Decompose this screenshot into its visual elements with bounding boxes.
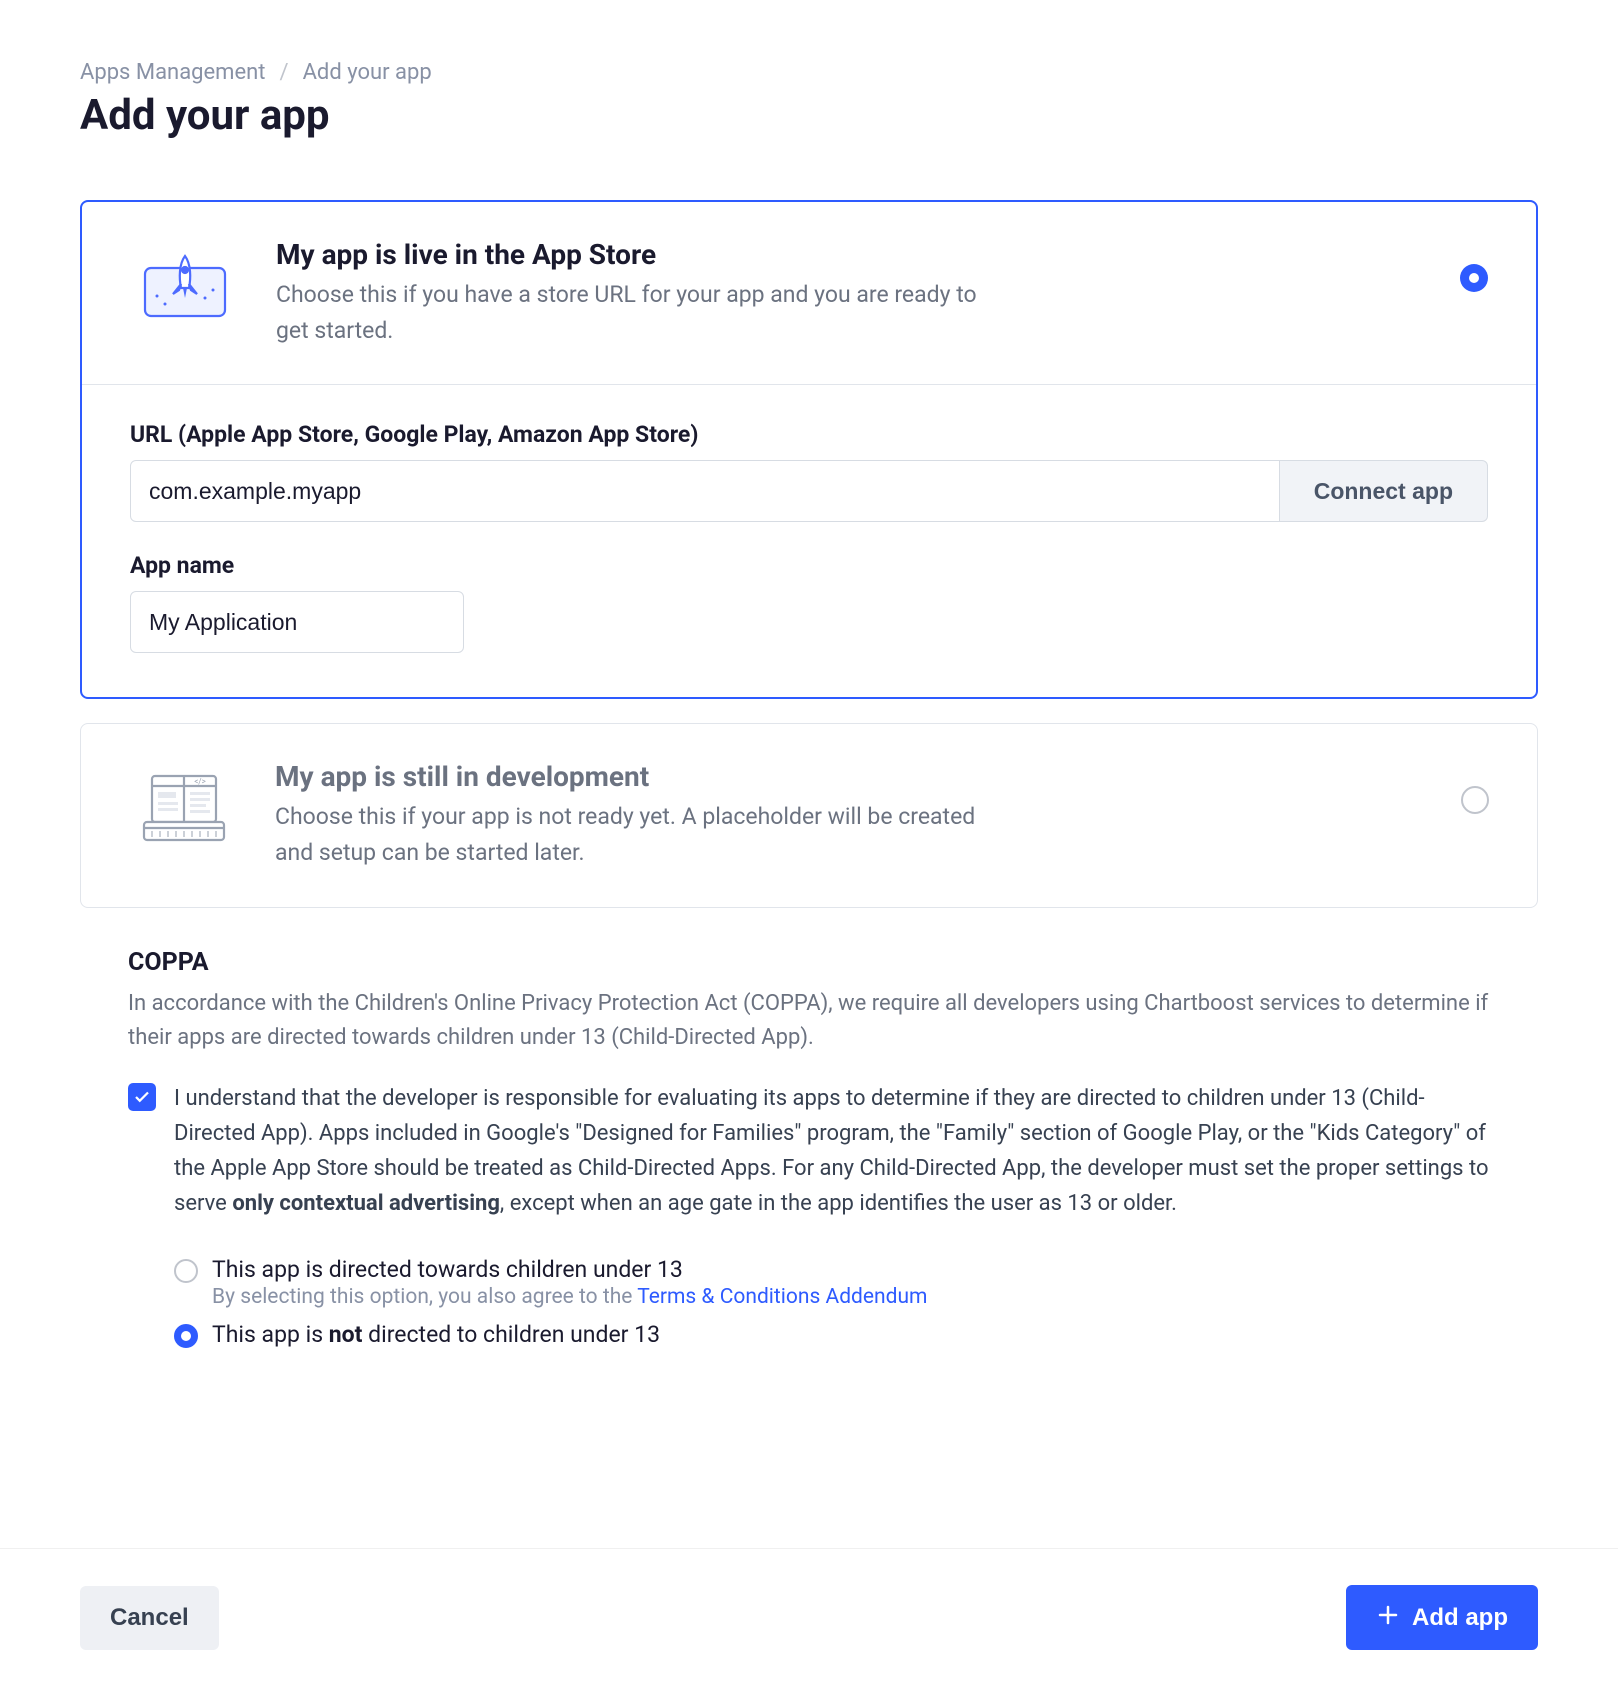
coppa-radio-not-label: This app is not directed to children und… bbox=[212, 1321, 660, 1348]
breadcrumb-separator: / bbox=[280, 60, 289, 85]
connect-app-button[interactable]: Connect app bbox=[1280, 460, 1488, 522]
option-live-desc: Choose this if you have a store URL for … bbox=[276, 277, 996, 348]
url-input[interactable] bbox=[130, 460, 1280, 522]
breadcrumb-current: Add your app bbox=[303, 60, 432, 85]
cancel-button[interactable]: Cancel bbox=[80, 1586, 219, 1650]
page-title: Add your app bbox=[80, 91, 1538, 140]
coppa-ack-text: I understand that the developer is respo… bbox=[174, 1081, 1490, 1222]
option-app-dev[interactable]: </> My app is still in development Choos… bbox=[80, 723, 1538, 907]
coppa-title: COPPA bbox=[128, 948, 1490, 977]
coppa-ack-checkbox[interactable] bbox=[128, 1083, 156, 1111]
svg-text:</>: </> bbox=[194, 777, 206, 786]
check-icon bbox=[133, 1088, 151, 1106]
rocket-icon bbox=[130, 238, 240, 326]
option-live-title: My app is live in the App Store bbox=[276, 238, 1424, 271]
add-app-label: Add app bbox=[1412, 1604, 1508, 1632]
option-dev-desc: Choose this if your app is not ready yet… bbox=[275, 799, 995, 870]
breadcrumb-parent[interactable]: Apps Management bbox=[80, 60, 266, 85]
laptop-icon: </> bbox=[129, 760, 239, 848]
coppa-radio-not[interactable] bbox=[174, 1324, 198, 1348]
terms-addendum-link[interactable]: Terms & Conditions Addendum bbox=[637, 1285, 927, 1309]
option-dev-title: My app is still in development bbox=[275, 760, 1425, 793]
breadcrumb: Apps Management / Add your app bbox=[80, 60, 1538, 85]
plus-icon bbox=[1376, 1603, 1400, 1632]
coppa-radio-under13-sub: By selecting this option, you also agree… bbox=[212, 1285, 927, 1309]
add-app-button[interactable]: Add app bbox=[1346, 1585, 1538, 1650]
option-dev-radio[interactable] bbox=[1461, 786, 1489, 814]
footer-bar: Cancel Add app bbox=[0, 1548, 1618, 1686]
option-live-radio[interactable] bbox=[1460, 264, 1488, 292]
coppa-radio-under13-label: This app is directed towards children un… bbox=[212, 1256, 927, 1283]
coppa-intro: In accordance with the Children's Online… bbox=[128, 987, 1490, 1055]
option-app-live[interactable]: My app is live in the App Store Choose t… bbox=[80, 200, 1538, 699]
url-label: URL (Apple App Store, Google Play, Amazo… bbox=[130, 421, 1488, 448]
coppa-section: COPPA In accordance with the Children's … bbox=[80, 948, 1538, 1348]
appname-input[interactable] bbox=[130, 591, 464, 653]
coppa-radio-under13[interactable] bbox=[174, 1259, 198, 1283]
appname-label: App name bbox=[130, 552, 1488, 579]
